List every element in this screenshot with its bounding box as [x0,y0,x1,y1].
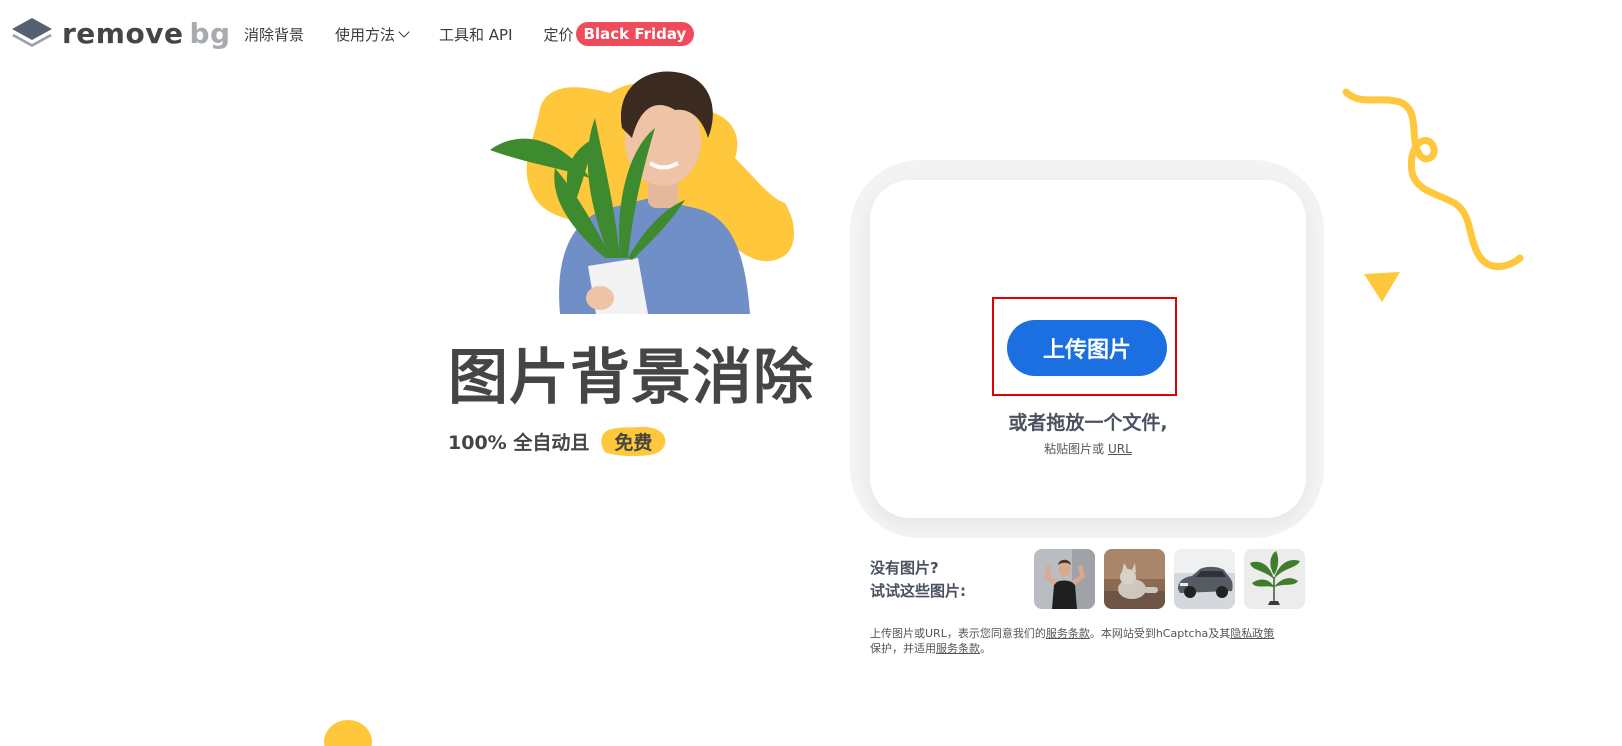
yellow-blob-decoration [324,720,372,746]
terms-text-4: 。 [980,642,991,655]
terms-notice: 上传图片或URL，表示您同意我们的服务条款。本网站受到hCaptcha及其隐私政… [870,626,1310,656]
nav-how-to-use-label: 使用方法 [335,25,396,44]
sample-prompt-line1: 没有图片? [870,559,939,577]
chevron-down-icon [398,26,410,38]
paste-hint-text: 粘贴图片或 [1044,442,1105,456]
main-nav: 消除背景 使用方法 工具和 API 定价 Black Friday [244,22,725,46]
logo-word-remove: remove [62,16,184,50]
yellow-triangle-decoration [1364,272,1400,302]
terms-text-3: 保护，并适用 [870,642,936,655]
hero-person-with-plant-image [490,71,795,314]
sample-car-thumbnail[interactable] [1174,549,1235,609]
plant-image [1244,549,1305,609]
terms-text-1: 上传图片或URL，表示您同意我们的 [870,627,1046,640]
removebg-logo[interactable]: remove bg [10,16,231,50]
black-friday-badge[interactable]: Black Friday [575,22,695,46]
terms-text-2: 。本网站受到hCaptcha及其 [1089,627,1231,640]
paste-hint: 粘贴图片或 URL [870,440,1306,457]
top-header: remove bg 消除背景 使用方法 工具和 API 定价 Black Frid… [0,0,1622,70]
hero-subtitle-text: 100% 全自动且 [448,431,590,454]
sample-thumbnails [1034,549,1305,609]
person-hand [586,286,614,310]
logo-word-bg: bg [189,16,231,50]
free-label: 免费 [614,431,653,454]
cat-image [1104,549,1165,609]
sample-cat-thumbnail[interactable] [1104,549,1165,609]
nav-tools-api[interactable]: 工具和 API [439,24,513,45]
nav-how-to-use[interactable]: 使用方法 [335,24,410,45]
layers-icon [12,18,52,47]
nav-remove-background[interactable]: 消除背景 [244,24,304,45]
free-badge: 免费 [599,424,667,458]
nav-pricing[interactable]: 定价 Black Friday [544,22,695,46]
woman-flexing-image [1034,549,1095,609]
page-title: 图片背景消除 [448,343,814,413]
sample-woman-flexing-thumbnail[interactable] [1034,549,1095,609]
hcaptcha-terms-link[interactable]: 服务条款 [936,642,980,655]
url-link[interactable]: URL [1108,442,1132,456]
upload-image-button[interactable]: 上传图片 [1007,320,1167,376]
hero-subtitle: 100% 全自动且 免费 [448,424,667,458]
drop-file-text: 或者拖放一个文件, [1008,412,1168,434]
sample-prompt: 没有图片? 试试这些图片: [870,557,966,603]
yellow-squiggle-decoration [1342,88,1524,270]
sample-prompt-line2: 试试这些图片: [870,582,966,600]
privacy-policy-link[interactable]: 隐私政策 [1230,627,1274,640]
nav-pricing-label: 定价 [543,25,574,44]
car-image [1174,549,1235,609]
sample-plant-thumbnail[interactable] [1244,549,1305,609]
terms-of-service-link[interactable]: 服务条款 [1046,627,1090,640]
